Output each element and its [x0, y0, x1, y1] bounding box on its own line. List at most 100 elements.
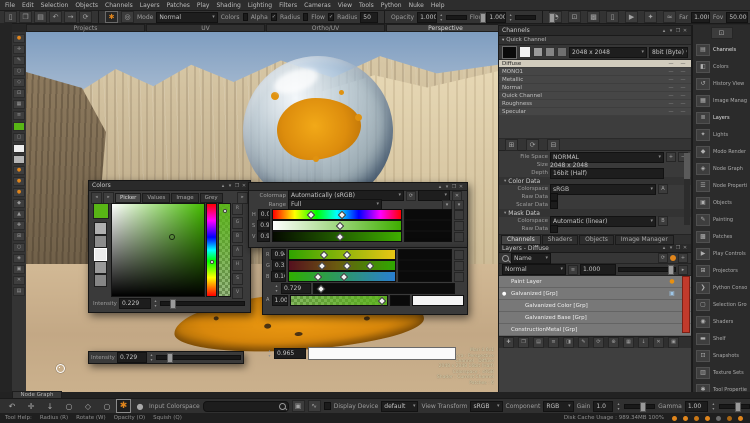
- blend-mode-dropdown[interactable]: Normal▾: [502, 264, 566, 275]
- layer-action-icon[interactable]: ✕: [653, 337, 664, 348]
- window-control-icon[interactable]: ▴: [661, 28, 667, 34]
- menu-item[interactable]: Layers: [140, 2, 160, 9]
- palette-dock-tab[interactable]: ≣ Layers: [693, 109, 750, 126]
- gamma-field[interactable]: 1.00: [685, 401, 708, 412]
- file-tool-icon[interactable]: ▯: [4, 11, 17, 23]
- file-tool-icon[interactable]: ❐: [19, 11, 32, 23]
- window-control-icon[interactable]: ✕: [458, 184, 464, 190]
- cache-indicator-icon[interactable]: [670, 255, 676, 261]
- palette-dock-tab[interactable]: ▣ Objects: [693, 194, 750, 211]
- black-swatch[interactable]: [502, 46, 517, 59]
- saturation-ramp[interactable]: [272, 220, 402, 231]
- layer-amount-slider[interactable]: [618, 267, 676, 272]
- white-ramp[interactable]: [308, 347, 456, 360]
- component-button[interactable]: S: [232, 273, 243, 285]
- layer-action-icon[interactable]: ≡: [548, 337, 559, 348]
- tool-icon[interactable]: ▢: [13, 133, 25, 142]
- layer-action-icon[interactable]: ◨: [563, 337, 574, 348]
- projection-tool-icon[interactable]: ▯: [606, 11, 619, 23]
- flow-slider[interactable]: [515, 15, 536, 20]
- palette-tab[interactable]: Channels: [501, 235, 541, 245]
- projection-tool-icon[interactable]: ≈: [663, 11, 676, 23]
- menu-item[interactable]: Selection: [41, 2, 69, 9]
- palette-dock-tab[interactable]: ✦ Lights: [693, 126, 750, 143]
- sat-value-field[interactable]: 0.92: [257, 220, 270, 231]
- saved-swatch[interactable]: [94, 235, 107, 248]
- colors-tab[interactable]: Image: [171, 193, 198, 203]
- layer-action-icon[interactable]: ❐: [518, 337, 529, 348]
- radius-field[interactable]: 50: [360, 12, 378, 23]
- saved-swatch[interactable]: [94, 222, 107, 235]
- paint-mode-dropdown[interactable]: Normal▾: [156, 12, 217, 23]
- mask-colorspace-dropdown[interactable]: Automatic (linear)▾: [550, 216, 656, 227]
- menu-item[interactable]: View: [338, 2, 352, 9]
- scalar-data-checkbox[interactable]: [550, 201, 558, 209]
- intensity-ramp[interactable]: [313, 283, 455, 294]
- hue-slider[interactable]: [206, 203, 217, 297]
- layer-action-icon[interactable]: ▦: [623, 337, 634, 348]
- raw-data-checkbox[interactable]: [550, 225, 558, 233]
- channels-palette-header[interactable]: Channels ▴▾❐✕: [499, 26, 691, 36]
- tool-icon[interactable]: ●: [13, 34, 25, 43]
- curve-icon[interactable]: ∿: [308, 400, 321, 412]
- window-control-icon[interactable]: ❐: [675, 28, 681, 34]
- layer-action-icon[interactable]: ▤: [533, 337, 544, 348]
- layer-action-icon[interactable]: ✎: [578, 337, 589, 348]
- palette-dock-tab[interactable]: ▤ Channels: [693, 41, 750, 58]
- blue-ramp[interactable]: [288, 271, 396, 282]
- projection-tool-icon[interactable]: ▶: [625, 11, 638, 23]
- menu-item[interactable]: Shading: [216, 2, 240, 9]
- fov-field[interactable]: 50.000: [726, 12, 748, 23]
- tool-icon[interactable]: ◆: [13, 199, 25, 208]
- menu-item[interactable]: Lighting: [248, 2, 272, 9]
- tool-icon[interactable]: ✚: [13, 221, 25, 230]
- gradient-handle[interactable]: [336, 233, 344, 241]
- gain-stepper[interactable]: ▴▾: [616, 402, 620, 411]
- window-control-icon[interactable]: ▾: [444, 184, 450, 190]
- quick-channel-section[interactable]: ▾ Quick Channel: [499, 36, 691, 45]
- layer-action-icon[interactable]: ⟳: [593, 337, 604, 348]
- layer-row[interactable]: Paint Layer ●: [499, 276, 691, 288]
- window-control-icon[interactable]: ✕: [682, 245, 688, 251]
- intensity-slider[interactable]: [156, 355, 241, 360]
- gradient-handle[interactable]: [366, 262, 374, 270]
- intensity-stepper[interactable]: ▴▾: [149, 353, 154, 362]
- palette-dock-tab[interactable]: ⊡ Snapshots: [693, 347, 750, 364]
- menu-item[interactable]: File: [5, 2, 15, 9]
- eraser-icon[interactable]: ◎: [121, 11, 134, 23]
- saturation-value-picker[interactable]: [111, 203, 205, 297]
- layer-action-icon[interactable]: ▣: [668, 337, 679, 348]
- window-control-icon[interactable]: ▾: [668, 245, 674, 251]
- gradient-handle[interactable]: [340, 273, 348, 281]
- menu-item[interactable]: Objects: [75, 2, 98, 9]
- projection-tool-icon[interactable]: ⊡: [568, 11, 581, 23]
- ramp-option-button[interactable]: [454, 232, 464, 242]
- window-control-icon[interactable]: ▾: [227, 183, 233, 189]
- tool-icon[interactable]: ○: [13, 67, 25, 76]
- tool-icon[interactable]: ●: [13, 177, 25, 186]
- gradient-handle[interactable]: [320, 251, 328, 259]
- tool-icon[interactable]: ●: [13, 166, 25, 175]
- view-transform-dropdown[interactable]: sRGB▾: [470, 401, 502, 412]
- gradient-handle[interactable]: [338, 211, 346, 219]
- ramp-tail[interactable]: [404, 209, 452, 220]
- sv-marker[interactable]: [169, 234, 175, 240]
- tool-icon[interactable]: ✎: [13, 56, 25, 65]
- properties-scrollbar[interactable]: [684, 153, 690, 225]
- window-control-icon[interactable]: ❐: [451, 184, 457, 190]
- gamma-stepper[interactable]: ▴▾: [711, 402, 715, 411]
- palette-dock-tab[interactable]: ◈ Node Graph: [693, 160, 750, 177]
- window-control-icon[interactable]: ❐: [234, 183, 240, 189]
- palette-dock-tab[interactable]: ✎ Painting: [693, 211, 750, 228]
- gain-slider[interactable]: [624, 404, 655, 409]
- palette-dock-tab[interactable]: ◉ Shaders: [693, 313, 750, 330]
- component-button[interactable]: A: [232, 245, 243, 257]
- window-control-icon[interactable]: ▴: [220, 183, 226, 189]
- component-button[interactable]: H: [232, 259, 243, 271]
- ramp-option-button[interactable]: [454, 261, 464, 271]
- refresh-icon[interactable]: ⟳: [406, 191, 416, 201]
- palette-dock-tab[interactable]: ↺ History View: [693, 75, 750, 92]
- channel-row[interactable]: MONO1 — —: [499, 68, 691, 76]
- current-color-swatch[interactable]: [93, 203, 109, 219]
- layer-action-icon[interactable]: ⊕: [608, 337, 619, 348]
